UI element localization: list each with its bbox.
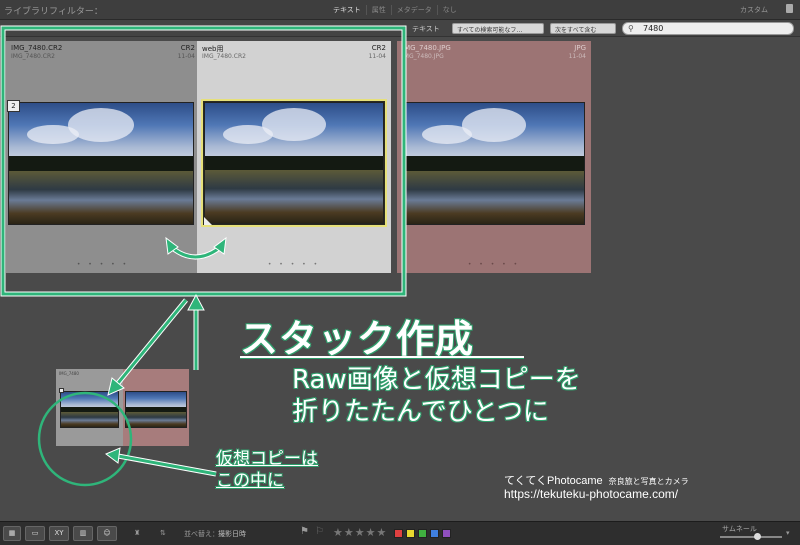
rating-dots[interactable]: • • • • • xyxy=(397,261,591,268)
filter-tabs: テキスト 属性 メタデータ なし xyxy=(328,5,462,15)
thumbnail-image[interactable] xyxy=(403,102,585,225)
flag-reject-icon[interactable]: ⚐ xyxy=(315,526,324,537)
mini-jpg-thumbnail xyxy=(123,369,189,446)
cell-extension: CR2 xyxy=(371,44,386,52)
search-icon: ⚲ xyxy=(628,24,634,33)
filter-preset-select[interactable]: カスタム xyxy=(740,5,768,15)
compare-view-icon[interactable]: XY xyxy=(49,526,69,541)
color-label-blue[interactable] xyxy=(430,529,439,538)
star-rating[interactable]: ★★★★★ xyxy=(333,526,387,539)
mini-stack-thumbnail: IMG_7480 xyxy=(56,369,123,446)
color-label-purple[interactable] xyxy=(442,529,451,538)
searchable-field-select[interactable]: すべての検索可能なフ… xyxy=(452,23,544,34)
watermark-url: https://tekuteku-photocame.com/ xyxy=(504,487,679,501)
sort-select[interactable]: 撮影日時 xyxy=(218,529,246,539)
sort-direction-icon[interactable]: ⇅ xyxy=(160,529,166,537)
flag-pick-icon[interactable]: ⚑ xyxy=(300,526,309,537)
people-view-icon[interactable]: ☺ xyxy=(97,526,117,541)
tab-attribute[interactable]: 属性 xyxy=(365,5,391,15)
bottom-toolbar: ▦ ▭ XY ▥ ☺ ♜ ⇅ 並べ替え： 撮影日時 ⚑ ⚐ ★★★★★ サムネー… xyxy=(0,521,800,545)
tab-none[interactable]: なし xyxy=(436,5,462,15)
annotation-vc-line1: 仮想コピーは xyxy=(216,449,318,469)
annotation-title: スタック作成 xyxy=(240,317,475,361)
grid-cell-raw[interactable]: IMG_7480.CR2 IMG_7480.CR2 CR2 11-04 2 • … xyxy=(6,41,200,273)
lock-icon[interactable] xyxy=(786,4,793,13)
mini-stack-badge xyxy=(59,388,64,393)
thumbnail-size-label: サムネール xyxy=(722,525,757,533)
annotation-vc-line2: この中に xyxy=(216,471,284,491)
cell-subname: IMG_7480.CR2 xyxy=(11,53,55,60)
watermark-site-name: てくてくPhotocame xyxy=(504,475,603,487)
stack-count-badge[interactable]: 2 xyxy=(7,100,20,112)
thumbnail-grid: IMG_7480.CR2 IMG_7480.CR2 CR2 11-04 2 • … xyxy=(0,37,800,521)
library-filter-title: ライブラリフィルター： xyxy=(4,7,103,17)
cell-extension: CR2 xyxy=(180,44,195,52)
text-filter-label: テキスト xyxy=(412,25,440,33)
annotation-description-line1: Raw画像と仮想コピーを xyxy=(292,365,581,395)
mini-image xyxy=(60,391,119,428)
rating-dots[interactable]: • • • • • xyxy=(6,261,200,268)
mini-label: IMG_7480 xyxy=(59,371,79,376)
grid-cell-jpg[interactable]: IMG_7480.JPG IMG_7480.JPG JPG 11-04 • • … xyxy=(397,41,591,273)
annotation-title-underline xyxy=(240,356,524,359)
annotation-virtual-copy: 仮想コピーは この中に xyxy=(216,448,318,492)
grid-cell-virtual-copy[interactable]: web用 IMG_7480.CR2 CR2 11-04 • • • • • xyxy=(197,41,391,273)
thumbnail-image[interactable] xyxy=(204,102,384,224)
color-label-yellow[interactable] xyxy=(406,529,415,538)
cell-subname: IMG_7480.CR2 xyxy=(202,53,246,60)
mini-image xyxy=(125,391,187,428)
watermark-name: てくてくPhotocame 奈良旅と写真とカメラ xyxy=(504,472,689,488)
loupe-view-icon[interactable]: ▭ xyxy=(25,526,45,541)
search-query: 7480 xyxy=(643,24,664,33)
rating-dots[interactable]: • • • • • xyxy=(197,261,391,268)
survey-view-icon[interactable]: ▥ xyxy=(73,526,93,541)
color-label-green[interactable] xyxy=(418,529,427,538)
tab-text[interactable]: テキスト xyxy=(328,5,366,15)
color-label-red[interactable] xyxy=(394,529,403,538)
cell-date: 11-04 xyxy=(368,53,386,60)
cell-extension: JPG xyxy=(574,44,586,52)
match-rule-select[interactable]: 次をすべて含む xyxy=(550,23,616,34)
sort-label: 並べ替え： xyxy=(184,530,219,538)
cell-filename: IMG_7480.CR2 xyxy=(11,44,63,52)
cell-subname: IMG_7480.JPG xyxy=(402,53,444,60)
thumbnail-size-slider[interactable] xyxy=(720,533,782,540)
tab-metadata[interactable]: メタデータ xyxy=(390,5,437,15)
annotation-description: Raw画像と仮想コピーを 折りたたんでひとつに xyxy=(292,364,581,428)
thumbnail-image[interactable] xyxy=(8,102,194,225)
virtual-copy-corner-icon xyxy=(204,217,212,225)
cell-date: 11-04 xyxy=(568,53,586,60)
painter-icon[interactable]: ♜ xyxy=(134,529,140,537)
watermark-tagline: 奈良旅と写真とカメラ xyxy=(608,477,689,486)
text-filter-bar: テキスト すべての検索可能なフ… 次をすべて含む ⚲ 7480 xyxy=(0,20,800,37)
library-filter-bar: ライブラリフィルター： テキスト 属性 メタデータ なし カスタム xyxy=(0,0,800,20)
thumbnail-size-knob[interactable] xyxy=(754,533,762,540)
grid-view-icon[interactable]: ▦ xyxy=(3,526,21,541)
chevron-down-icon[interactable]: ▾ xyxy=(786,529,790,537)
cell-date: 11-04 xyxy=(177,53,195,60)
annotation-description-line2: 折りたたんでひとつに xyxy=(292,397,549,427)
search-input[interactable]: ⚲ 7480 xyxy=(622,22,794,35)
cell-filename: IMG_7480.JPG xyxy=(402,44,451,52)
